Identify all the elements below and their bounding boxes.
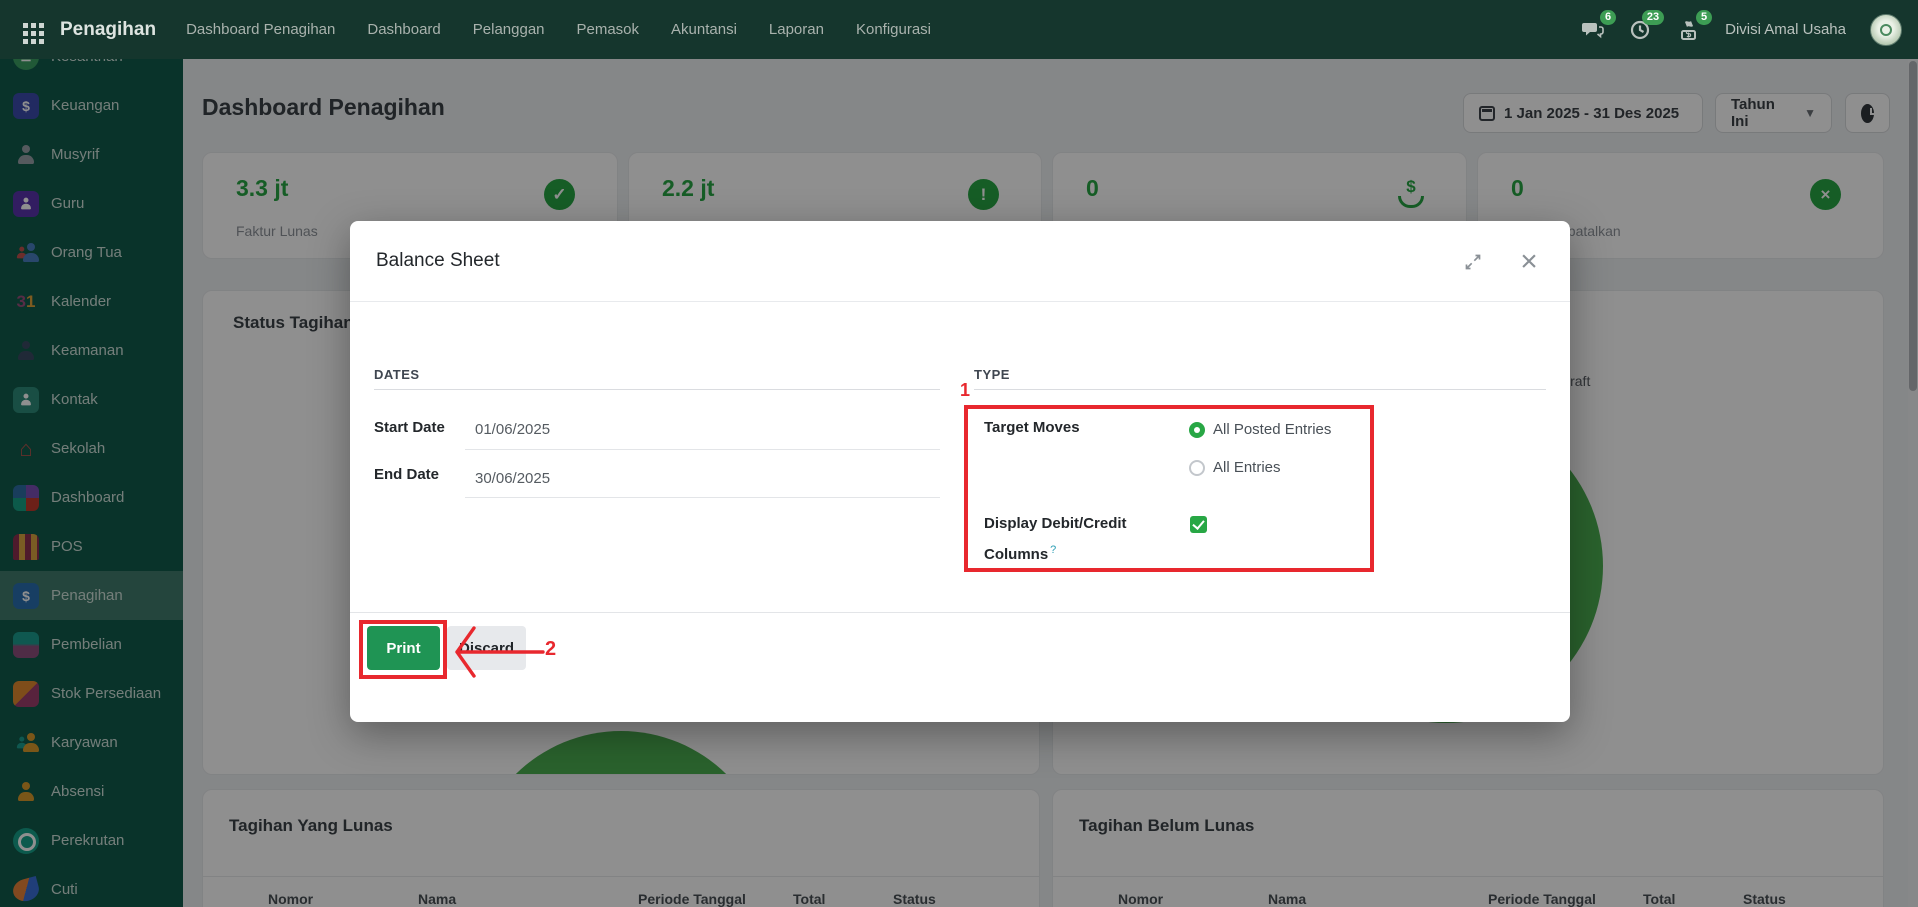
close-dialog-button[interactable]: × (1514, 247, 1544, 277)
end-date-label: End Date (374, 466, 439, 483)
top-navbar: Penagihan Dashboard Penagihan Dashboard … (0, 0, 1918, 59)
end-date-underline (465, 497, 940, 498)
navbar-menu: Dashboard Penagihan Dashboard Pelanggan … (186, 21, 931, 38)
messages-badge: 6 (1600, 10, 1616, 25)
apps-grid-icon[interactable] (16, 17, 42, 43)
type-divider (974, 389, 1546, 390)
menu-dashboard[interactable]: Dashboard (367, 21, 440, 38)
menu-akuntansi[interactable]: Akuntansi (671, 21, 737, 38)
menu-pemasok[interactable]: Pemasok (577, 21, 640, 38)
messages-icon[interactable]: 6 (1581, 18, 1605, 42)
end-date-input[interactable]: 30/06/2025 (475, 470, 550, 487)
app-name[interactable]: Penagihan (60, 19, 156, 41)
navbar-right: 6 23 5 Divisi Amal Usaha (1581, 14, 1902, 46)
menu-laporan[interactable]: Laporan (769, 21, 824, 38)
type-section-title: TYPE (974, 367, 1010, 382)
dates-section-title: DATES (374, 367, 420, 382)
annotation-box-type-options (964, 405, 1374, 572)
sales-badge: 5 (1696, 10, 1712, 25)
activities-icon[interactable]: 23 (1629, 18, 1653, 42)
sales-money-icon[interactable]: 5 (1677, 18, 1701, 42)
user-avatar[interactable] (1870, 14, 1902, 46)
company-menu[interactable]: Divisi Amal Usaha (1725, 21, 1846, 38)
annotation-step-1: 1 (960, 380, 970, 401)
start-date-label: Start Date (374, 419, 445, 436)
annotation-box-print (359, 620, 447, 679)
dialog-title: Balance Sheet (376, 250, 500, 272)
start-date-input[interactable]: 01/06/2025 (475, 421, 550, 438)
screen: Penagihan Dashboard Penagihan Dashboard … (0, 0, 1918, 907)
start-date-underline (465, 449, 940, 450)
activities-badge: 23 (1642, 10, 1664, 25)
expand-dialog-button[interactable] (1458, 247, 1488, 277)
footer-divider (350, 612, 1570, 613)
menu-dashboard-penagihan[interactable]: Dashboard Penagihan (186, 21, 335, 38)
menu-pelanggan[interactable]: Pelanggan (473, 21, 545, 38)
dates-divider (374, 389, 940, 390)
menu-konfigurasi[interactable]: Konfigurasi (856, 21, 931, 38)
dialog-header: Balance Sheet (350, 221, 1570, 302)
annotation-step-2: 2 (545, 638, 556, 661)
